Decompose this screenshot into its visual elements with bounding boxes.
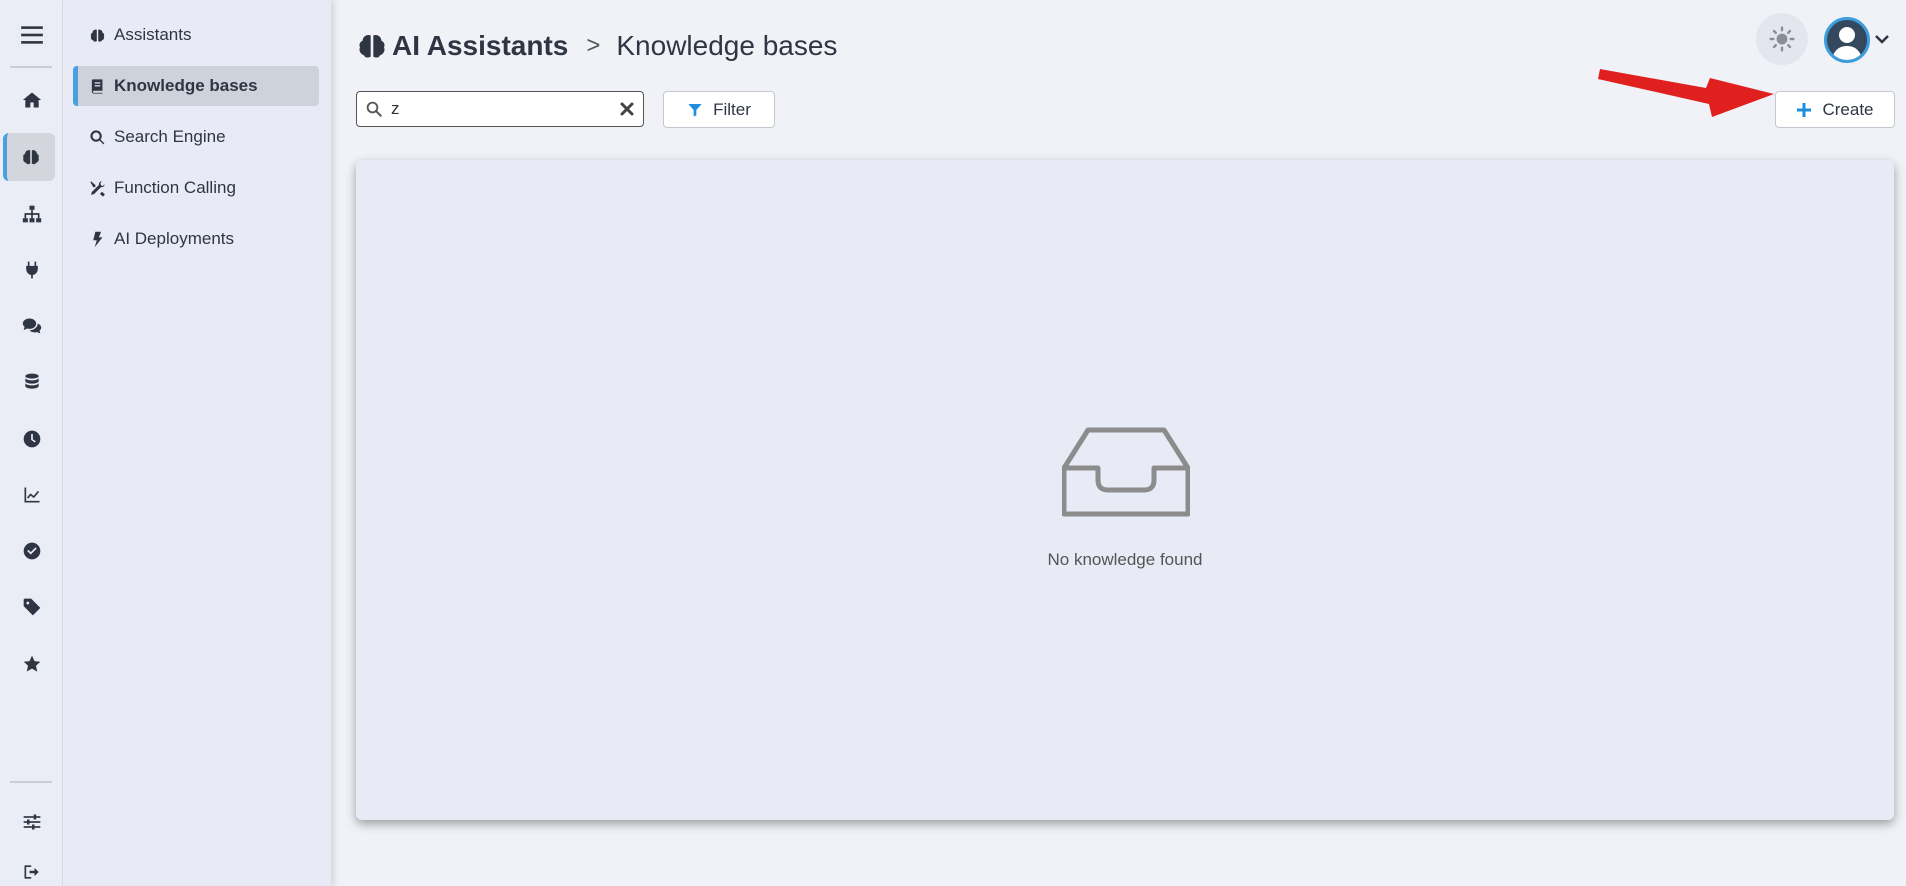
sidebar-item-ai-deployments[interactable]: AI Deployments bbox=[73, 219, 319, 259]
brain-icon bbox=[90, 29, 105, 42]
chart-line-icon[interactable] bbox=[0, 471, 63, 519]
tools-icon bbox=[90, 180, 105, 197]
sidebar-item-function-calling[interactable]: Function Calling bbox=[73, 168, 319, 208]
search-icon bbox=[90, 129, 105, 144]
tag-icon[interactable] bbox=[0, 583, 63, 631]
plug-icon[interactable] bbox=[0, 246, 63, 294]
book-icon bbox=[91, 78, 103, 94]
brain-icon bbox=[359, 34, 385, 58]
annotation-arrow bbox=[1598, 69, 1774, 117]
knowledge-bases-panel: No knowledge found bbox=[356, 160, 1894, 820]
star-icon[interactable] bbox=[0, 640, 63, 688]
database-icon[interactable] bbox=[0, 358, 63, 406]
sidebar-item-label: Function Calling bbox=[114, 178, 236, 197]
sitemap-icon[interactable] bbox=[0, 190, 63, 238]
sun-icon bbox=[1769, 26, 1795, 52]
sidebar-item-knowledge-bases[interactable]: Knowledge bases bbox=[73, 66, 319, 106]
sidebar-item-label: AI Deployments bbox=[114, 229, 234, 248]
inbox-icon bbox=[1062, 427, 1190, 517]
icon-rail bbox=[0, 0, 63, 886]
filter-button[interactable]: Filter bbox=[663, 91, 775, 128]
rail-divider bbox=[10, 781, 52, 783]
user-icon bbox=[1832, 27, 1862, 60]
sidebar: Assistants Knowledge bases Search Engine… bbox=[63, 0, 331, 886]
sidebar-item-assistants[interactable]: Assistants bbox=[73, 15, 319, 55]
avatar[interactable] bbox=[1824, 17, 1870, 63]
create-button-label: Create bbox=[1822, 99, 1874, 119]
page-title: Knowledge bases bbox=[616, 30, 838, 61]
plus-icon bbox=[1797, 102, 1812, 117]
sidebar-item-label: Assistants bbox=[114, 25, 192, 44]
sidebar-item-search-engine[interactable]: Search Engine bbox=[73, 117, 319, 157]
check-circle-icon[interactable] bbox=[0, 527, 63, 575]
sliders-icon[interactable] bbox=[0, 798, 63, 846]
chevron-down-icon[interactable] bbox=[1874, 31, 1890, 47]
search-icon bbox=[366, 101, 382, 117]
sidebar-item-label: Knowledge bases bbox=[114, 76, 258, 95]
clear-icon[interactable] bbox=[619, 101, 635, 117]
search-input[interactable] bbox=[391, 99, 611, 119]
create-button[interactable]: Create bbox=[1775, 91, 1895, 128]
breadcrumb: AI Assistants > Knowledge bases bbox=[356, 26, 837, 66]
filter-icon bbox=[688, 103, 702, 117]
bolt-icon bbox=[93, 231, 103, 247]
comments-icon[interactable] bbox=[0, 302, 63, 350]
empty-state-message: No knowledge found bbox=[1047, 550, 1203, 569]
rail-divider bbox=[10, 66, 52, 68]
brain-icon[interactable] bbox=[3, 133, 55, 181]
clock-icon[interactable] bbox=[0, 415, 63, 463]
menu-icon[interactable] bbox=[0, 11, 63, 59]
breadcrumb-separator: > bbox=[586, 32, 601, 59]
filter-button-label: Filter bbox=[713, 99, 751, 119]
sign-out-icon[interactable] bbox=[0, 848, 63, 886]
search-field bbox=[356, 91, 644, 127]
home-icon[interactable] bbox=[0, 76, 63, 124]
breadcrumb-app-title[interactable]: AI Assistants bbox=[392, 30, 568, 62]
sidebar-item-label: Search Engine bbox=[114, 127, 226, 146]
